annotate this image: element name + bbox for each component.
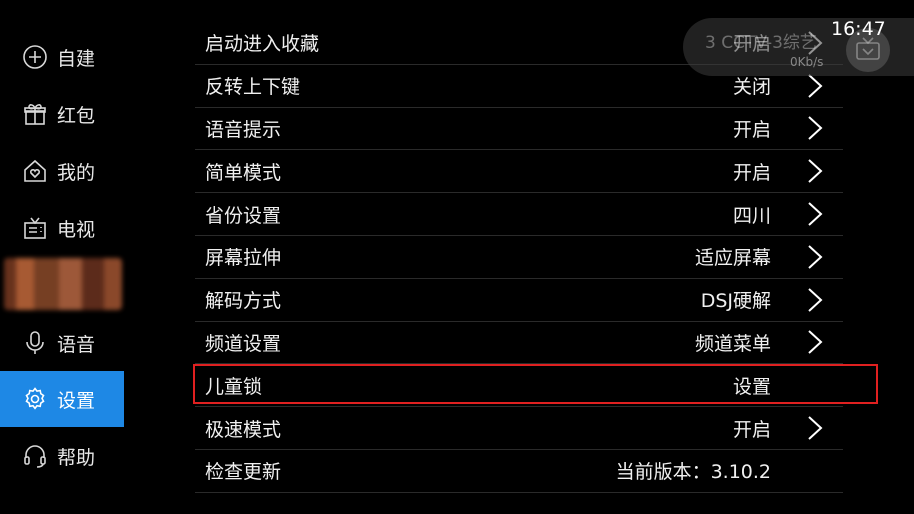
chevron-right-icon bbox=[805, 200, 825, 228]
nav-item-label: 自建 bbox=[57, 47, 96, 70]
chevron-right-icon bbox=[805, 414, 825, 442]
chevron-right-icon bbox=[805, 286, 825, 314]
headset-icon bbox=[22, 443, 48, 469]
gear-icon bbox=[22, 386, 48, 412]
settings-row-province[interactable]: 省份设置 四川 bbox=[195, 193, 843, 236]
row-value: 开启 bbox=[732, 161, 771, 184]
settings-row-simple-mode[interactable]: 简单模式 开启 bbox=[195, 150, 843, 194]
row-value: 设置 bbox=[732, 375, 771, 398]
settings-row-check-update[interactable]: 检查更新 当前版本：3.10.2 bbox=[195, 450, 843, 493]
row-label: 反转上下键 bbox=[205, 76, 301, 99]
clock: 16:47 bbox=[831, 18, 886, 40]
settings-row-decode-mode[interactable]: 解码方式 DSJ硬解 bbox=[195, 279, 843, 322]
row-value: 适应屏幕 bbox=[694, 247, 771, 270]
chevron-right-icon bbox=[805, 328, 825, 356]
nav-item-label: 电视 bbox=[57, 218, 96, 241]
nav-item-red-packet[interactable]: 红包 bbox=[0, 86, 124, 142]
nav-item-label: 红包 bbox=[57, 104, 96, 127]
channel-name: 3 CCTV-3综艺 bbox=[705, 33, 817, 53]
row-label: 儿童锁 bbox=[205, 375, 263, 398]
tv-icon bbox=[22, 215, 48, 241]
settings-row-channel-settings[interactable]: 频道设置 频道菜单 bbox=[195, 322, 843, 365]
row-label: 频道设置 bbox=[205, 332, 282, 355]
nav-item-help[interactable]: 帮助 bbox=[0, 428, 124, 484]
row-label: 省份设置 bbox=[205, 204, 282, 227]
chevron-right-icon bbox=[805, 243, 825, 271]
row-value: 频道菜单 bbox=[694, 332, 771, 355]
nav-item-label: 帮助 bbox=[57, 446, 96, 469]
settings-row-voice-prompt[interactable]: 语音提示 开启 bbox=[195, 108, 843, 151]
row-value: 开启 bbox=[732, 118, 771, 141]
row-value: 四川 bbox=[732, 204, 771, 227]
row-value: 当前版本：3.10.2 bbox=[615, 461, 771, 484]
nav-item-label: 设置 bbox=[57, 389, 96, 412]
settings-list: 启动进入收藏 开启 反转上下键 关闭 语音提示 开启 简单模式 开启 省份设置 … bbox=[195, 22, 843, 493]
row-label: 启动进入收藏 bbox=[205, 33, 320, 56]
nav-item-label: 我的 bbox=[57, 161, 96, 184]
microphone-icon bbox=[22, 330, 48, 356]
row-value: 关闭 bbox=[732, 76, 771, 99]
row-value: DSJ硬解 bbox=[700, 290, 771, 313]
blurred-nav-item bbox=[4, 258, 122, 310]
row-label: 语音提示 bbox=[205, 118, 282, 141]
row-label: 极速模式 bbox=[205, 418, 282, 441]
plus-circle-icon bbox=[22, 44, 48, 70]
row-label: 检查更新 bbox=[205, 461, 282, 484]
row-label: 简单模式 bbox=[205, 161, 282, 184]
chevron-right-icon bbox=[805, 114, 825, 142]
home-heart-icon bbox=[22, 158, 48, 184]
row-value: 开启 bbox=[732, 418, 771, 441]
nav-item-mine[interactable]: 我的 bbox=[0, 143, 124, 199]
nav-item-label: 语音 bbox=[57, 333, 96, 356]
row-label: 屏幕拉伸 bbox=[205, 247, 282, 270]
gift-icon bbox=[22, 101, 48, 127]
nav-item-create[interactable]: 自建 bbox=[0, 29, 124, 85]
settings-row-screen-stretch[interactable]: 屏幕拉伸 适应屏幕 bbox=[195, 236, 843, 279]
sidebar: 自建 红包 我的 电视 语音 设置 帮助 bbox=[0, 0, 124, 514]
nav-item-tv[interactable]: 电视 bbox=[0, 200, 124, 256]
settings-row-child-lock[interactable]: 儿童锁 设置 bbox=[195, 364, 843, 408]
settings-row-speed-mode[interactable]: 极速模式 开启 bbox=[195, 407, 843, 450]
nav-item-settings[interactable]: 设置 bbox=[0, 371, 124, 427]
chevron-right-icon bbox=[805, 157, 825, 185]
nav-item-voice[interactable]: 语音 bbox=[0, 315, 124, 371]
network-speed: 0Kb/s bbox=[790, 55, 824, 69]
row-label: 解码方式 bbox=[205, 290, 282, 313]
